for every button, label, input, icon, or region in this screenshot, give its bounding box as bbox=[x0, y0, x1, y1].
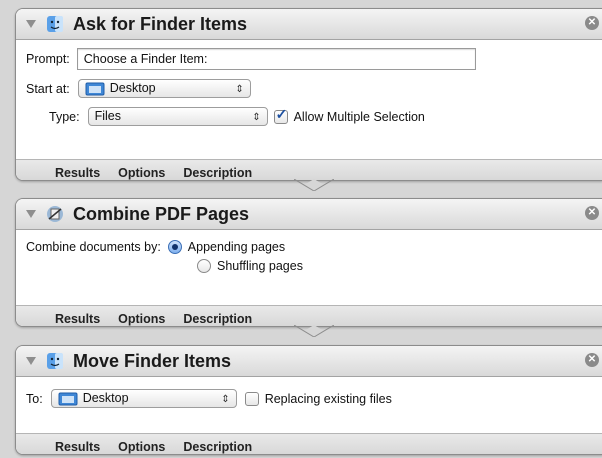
shuffling-pages-radio[interactable] bbox=[197, 259, 211, 273]
tab-description[interactable]: Description bbox=[183, 166, 252, 180]
shuffling-pages-label: Shuffling pages bbox=[217, 259, 303, 273]
action-footer: Results Options Description bbox=[16, 305, 602, 326]
action-title: Ask for Finder Items bbox=[73, 13, 248, 34]
action-connector bbox=[294, 325, 334, 337]
action-titlebar[interactable]: Combine PDF Pages ✕ bbox=[16, 199, 602, 230]
start-at-value: Desktop bbox=[109, 81, 156, 95]
close-icon[interactable]: ✕ bbox=[585, 353, 599, 367]
destination-popup[interactable]: Desktop ⇕ bbox=[50, 389, 237, 408]
prompt-label: Prompt: bbox=[26, 52, 70, 66]
replace-existing-label: Replacing existing files bbox=[264, 391, 392, 406]
action-footer: Results Options Description bbox=[16, 159, 602, 180]
replace-existing-checkbox[interactable] bbox=[244, 391, 259, 406]
type-popup[interactable]: Files ⇕ bbox=[87, 107, 268, 126]
start-at-popup[interactable]: Desktop ⇕ bbox=[77, 79, 251, 98]
to-label: To: bbox=[26, 391, 43, 406]
destination-value: Desktop bbox=[82, 391, 129, 405]
action-move-finder-items: Move Finder Items ✕ To: Desktop ⇕ Replac… bbox=[15, 345, 602, 455]
disclosure-triangle-icon[interactable] bbox=[26, 210, 36, 218]
prompt-input[interactable]: Choose a Finder Item: bbox=[76, 48, 476, 70]
allow-multiple-checkbox[interactable] bbox=[273, 106, 288, 124]
tab-results[interactable]: Results bbox=[55, 166, 100, 180]
start-at-label: Start at: bbox=[26, 81, 70, 96]
tab-options[interactable]: Options bbox=[118, 312, 165, 326]
tab-options[interactable]: Options bbox=[118, 166, 165, 180]
combine-by-label: Combine documents by: bbox=[26, 240, 161, 254]
tab-results[interactable]: Results bbox=[55, 312, 100, 326]
type-value: Files bbox=[94, 109, 121, 123]
folder-icon bbox=[85, 82, 105, 95]
disclosure-triangle-icon[interactable] bbox=[26, 20, 36, 28]
close-icon[interactable]: ✕ bbox=[585, 206, 599, 220]
finder-icon bbox=[47, 16, 63, 32]
action-title: Move Finder Items bbox=[73, 350, 232, 371]
action-title: Combine PDF Pages bbox=[73, 203, 250, 224]
disclosure-triangle-icon[interactable] bbox=[26, 357, 36, 365]
close-icon[interactable]: ✕ bbox=[585, 16, 599, 30]
tab-description[interactable]: Description bbox=[183, 440, 252, 454]
allow-multiple-label: Allow Multiple Selection bbox=[293, 109, 425, 124]
action-connector bbox=[294, 179, 334, 191]
popup-arrows-icon: ⇕ bbox=[221, 394, 230, 405]
tab-results[interactable]: Results bbox=[55, 440, 100, 454]
finder-icon bbox=[47, 353, 63, 369]
action-titlebar[interactable]: Ask for Finder Items ✕ bbox=[16, 9, 602, 40]
appending-pages-label: Appending pages bbox=[187, 240, 286, 254]
tab-description[interactable]: Description bbox=[183, 312, 252, 326]
type-label: Type: bbox=[49, 109, 80, 124]
action-titlebar[interactable]: Move Finder Items ✕ bbox=[16, 346, 602, 377]
popup-arrows-icon: ⇕ bbox=[235, 84, 244, 95]
action-ask-for-finder-items: Ask for Finder Items ✕ Prompt: Choose a … bbox=[15, 8, 602, 181]
tab-options[interactable]: Options bbox=[118, 440, 165, 454]
appending-pages-radio[interactable] bbox=[167, 240, 182, 254]
popup-arrows-icon: ⇕ bbox=[252, 112, 261, 123]
action-footer: Results Options Description bbox=[16, 433, 602, 454]
folder-icon bbox=[58, 392, 78, 405]
automator-icon bbox=[47, 206, 63, 222]
action-combine-pdf-pages: Combine PDF Pages ✕ Combine documents by… bbox=[15, 198, 602, 327]
